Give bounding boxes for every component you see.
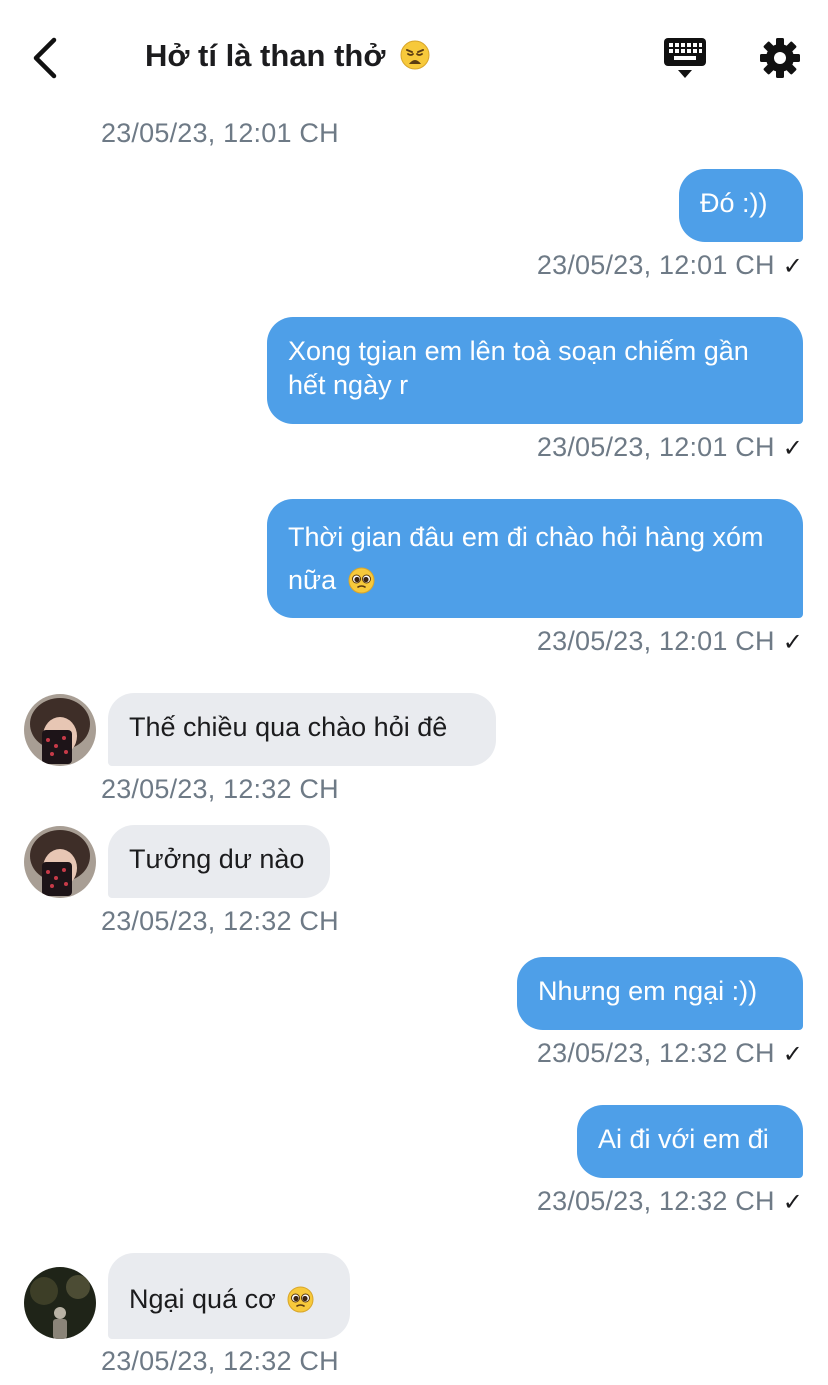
outgoing-message-bubble[interactable]: Đó :)) <box>679 169 803 242</box>
avatar-image <box>24 694 96 766</box>
message-timestamp-row: 23/05/23, 12:32 CH ✓ <box>537 1038 803 1069</box>
sent-check-icon: ✓ <box>782 1189 803 1216</box>
message-timestamp-row: 23/05/23, 12:01 CH ✓ <box>537 626 803 657</box>
message-text: Nhưng em ngại :)) <box>538 976 758 1006</box>
incoming-message-bubble[interactable]: Thế chiều qua chào hỏi đê <box>108 693 496 766</box>
message-timestamp: 23/05/23, 12:32 CH <box>536 1186 775 1216</box>
message-list[interactable]: 23/05/23, 12:01 CH Đó :)) 23/05/23, 12:0… <box>0 0 828 1385</box>
sent-check-icon: ✓ <box>782 629 803 656</box>
contact-avatar[interactable] <box>24 826 96 898</box>
message-timestamp: 23/05/23, 12:32 CH <box>101 906 339 936</box>
message-timestamp-row: 23/05/23, 12:01 CH ✓ <box>537 250 803 281</box>
message-timestamp: 23/05/23, 12:32 CH <box>536 1038 775 1068</box>
incoming-message-bubble[interactable]: Tưởng dư nào <box>108 825 330 898</box>
sent-check-icon: ✓ <box>782 1041 803 1068</box>
message-text: Tưởng dư nào <box>129 844 305 874</box>
message-timestamp: 23/05/23, 12:32 CH <box>101 774 339 804</box>
message-text: Ai đi với em đi <box>598 1124 769 1154</box>
incoming-message-bubble[interactable]: Ngại quá cơ <box>108 1253 350 1339</box>
message-timestamp-row: 23/05/23, 12:01 CH ✓ <box>537 432 803 463</box>
avatar-image <box>24 1267 96 1339</box>
message-text: Ngại quá cơ <box>129 1284 276 1314</box>
contact-avatar[interactable] <box>24 694 96 766</box>
outgoing-message-bubble[interactable]: Ai đi với em đi <box>577 1105 803 1178</box>
sent-check-icon: ✓ <box>782 435 803 462</box>
pleading-face-emoji-icon <box>287 1286 314 1313</box>
outgoing-message-bubble[interactable]: Thời gian đâu em đi chào hỏi hàng xóm nữ… <box>267 499 803 618</box>
message-timestamp: 23/05/23, 12:01 CH <box>536 626 775 656</box>
message-timestamp: 23/05/23, 12:32 CH <box>101 1346 339 1376</box>
outgoing-message-bubble[interactable]: Xong tgian em lên toà soạn chiếm gần hết… <box>267 317 803 424</box>
message-timestamp: 23/05/23, 12:01 CH <box>536 250 775 280</box>
message-text: Xong tgian em lên toà soạn chiếm gần hết… <box>288 336 749 400</box>
message-text: Thế chiều qua chào hỏi đê <box>129 712 448 742</box>
pleading-face-emoji-icon <box>348 567 375 594</box>
avatar-image <box>24 826 96 898</box>
message-timestamp-row: 23/05/23, 12:32 CH ✓ <box>537 1186 803 1217</box>
message-timestamp: 23/05/23, 12:01 CH <box>101 118 339 148</box>
message-text: Đó :)) <box>700 188 768 218</box>
message-timestamp: 23/05/23, 12:01 CH <box>536 432 775 462</box>
sent-check-icon: ✓ <box>782 253 803 280</box>
contact-avatar[interactable] <box>24 1267 96 1339</box>
outgoing-message-bubble[interactable]: Nhưng em ngại :)) <box>517 957 803 1030</box>
